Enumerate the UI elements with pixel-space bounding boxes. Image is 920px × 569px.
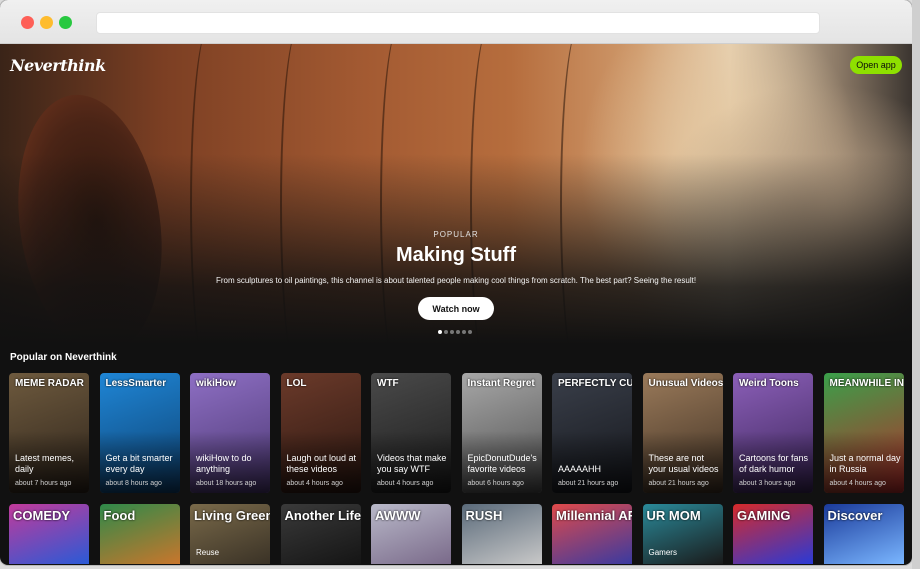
channel-card-name: Discover bbox=[827, 508, 883, 523]
channel-card-name: Another Life bbox=[284, 508, 361, 523]
channel-card-timestamp: about 4 hours ago bbox=[377, 480, 434, 487]
channel-card-timestamp: about 7 hours ago bbox=[15, 480, 72, 487]
channel-card-name: Instant Regret bbox=[467, 378, 535, 389]
channel-card-name: Food bbox=[103, 508, 136, 523]
channel-card-description: EpicDonutDude's favorite videos bbox=[467, 453, 537, 474]
pagination-dot-active[interactable] bbox=[438, 330, 442, 334]
channel-card[interactable]: wikiHow wikiHow to do anything about 18 ho… bbox=[190, 373, 270, 493]
channel-card-name: WTF bbox=[377, 378, 399, 389]
open-app-button[interactable]: Open app bbox=[850, 56, 902, 74]
section-title-popular: Popular on Neverthink bbox=[10, 352, 117, 363]
channel-card-description: Videos that make you say WTF bbox=[377, 453, 447, 474]
channel-card-description: Laugh out loud at these videos bbox=[286, 453, 357, 474]
browser-window: Neverthink Open app POPULAR Making Stuff… bbox=[0, 0, 912, 565]
channel-card-name: RUSH bbox=[465, 508, 503, 523]
channel-card-description: Get a bit smarter every day bbox=[105, 453, 173, 474]
channel-card-name: MEANWHILE IN RUSSIA bbox=[829, 378, 904, 389]
channel-card-name: MEME RADAR bbox=[15, 378, 84, 389]
channel-card-name: LessSmarter bbox=[105, 378, 167, 389]
channel-card-description: Just a normal day in Russia bbox=[829, 453, 901, 474]
channel-card-description: These are not your usual videos bbox=[648, 453, 719, 474]
channel-card-name: Unusual Videos bbox=[648, 378, 723, 389]
channel-card-timestamp: about 3 hours ago bbox=[739, 480, 796, 487]
channel-card-name: wikiHow bbox=[196, 378, 237, 389]
hero-pagination bbox=[438, 330, 478, 336]
hero-banner: Neverthink Open app POPULAR Making Stuff… bbox=[0, 44, 912, 344]
channel-card[interactable]: Unusual Videos These are not your usual v… bbox=[642, 373, 723, 493]
neverthink-logo[interactable]: Neverthink bbox=[10, 56, 106, 75]
channel-card-name: GAMING bbox=[737, 508, 791, 523]
channel-card-timestamp: about 6 hours ago bbox=[467, 480, 524, 487]
channel-card[interactable]: COMEDY bbox=[9, 504, 89, 564]
channel-card-name: AWWW bbox=[375, 508, 421, 523]
hero-description: From sculptures to oil paintings, this c… bbox=[215, 276, 697, 285]
pagination-dot[interactable] bbox=[456, 330, 460, 334]
channel-card[interactable]: Millennial AF bbox=[552, 504, 632, 564]
channel-card-timestamp: about 8 hours ago bbox=[105, 480, 162, 487]
channel-card[interactable]: MEME RADAR Latest memes, daily about 7 hou… bbox=[9, 373, 89, 493]
channel-card[interactable]: WTF Videos that make you say WTF about 4 h… bbox=[371, 373, 451, 493]
channel-card[interactable]: LessSmarter Get a bit smarter every day ab… bbox=[99, 373, 180, 493]
channel-card[interactable]: Weird Toons Cartoons for fans of dark hum… bbox=[733, 373, 813, 493]
channel-card[interactable]: Discover bbox=[823, 504, 904, 564]
channel-card-description: Cartoons for fans of dark humor bbox=[739, 453, 809, 474]
channel-card-description: AAAAAHH bbox=[558, 464, 602, 474]
channel-card-timestamp: about 21 hours ago bbox=[558, 480, 619, 487]
hero-title: Making Stuff bbox=[396, 244, 516, 266]
pagination-dot[interactable] bbox=[462, 330, 466, 334]
channel-card[interactable]: PERFECTLY CUT SCREAMS AAAAAHH about 21 hou… bbox=[552, 373, 632, 493]
channel-card-timestamp: about 18 hours ago bbox=[196, 480, 257, 487]
pagination-dot[interactable] bbox=[444, 330, 448, 334]
watch-now-button[interactable]: Watch now bbox=[418, 297, 494, 320]
channel-card-subtitle: Reuse bbox=[196, 548, 220, 557]
channel-card[interactable]: UR MOM Gamers bbox=[642, 504, 723, 564]
channel-card-description: wikiHow to do anything bbox=[196, 453, 252, 474]
channel-card-name: Weird Toons bbox=[739, 378, 799, 389]
channel-card[interactable]: Living Green Reuse bbox=[190, 504, 270, 564]
minimize-window-button[interactable] bbox=[40, 16, 53, 29]
channel-card[interactable]: AWWW bbox=[371, 504, 451, 564]
pagination-dot[interactable] bbox=[450, 330, 454, 334]
channel-card-description: Latest memes, daily bbox=[15, 453, 75, 474]
channel-card-timestamp: about 4 hours ago bbox=[829, 480, 886, 487]
maximize-window-button[interactable] bbox=[59, 16, 72, 29]
channel-card-subtitle: Gamers bbox=[648, 548, 677, 557]
channel-card-name: COMEDY bbox=[13, 508, 71, 523]
channel-card-name: PERFECTLY CUT SCREAMS bbox=[558, 378, 632, 389]
hero-kicker: POPULAR bbox=[433, 230, 479, 239]
channel-card[interactable]: Instant Regret EpicDonutDude's favorite v… bbox=[461, 373, 542, 493]
channel-card[interactable]: Another Life bbox=[280, 504, 361, 564]
channel-card-name: LOL bbox=[286, 378, 307, 389]
channel-card-timestamp: about 4 hours ago bbox=[286, 480, 343, 487]
channel-card-timestamp: about 21 hours ago bbox=[648, 480, 709, 487]
channel-card[interactable]: GAMING bbox=[733, 504, 813, 564]
channel-card[interactable]: RUSH bbox=[461, 504, 542, 564]
channel-card[interactable]: LOL Laugh out loud at these videos about 4… bbox=[280, 373, 361, 493]
channel-card-name: Millennial AF bbox=[556, 508, 632, 523]
close-window-button[interactable] bbox=[21, 16, 34, 29]
window-titlebar bbox=[0, 0, 912, 44]
channel-card-name: UR MOM bbox=[646, 508, 701, 523]
channel-card[interactable]: Food bbox=[99, 504, 180, 564]
pagination-dot[interactable] bbox=[468, 330, 472, 334]
desktop-edge bbox=[912, 0, 920, 569]
channel-card-name: Living Green bbox=[194, 508, 270, 523]
channel-card[interactable]: MEANWHILE IN RUSSIA Just a normal day in … bbox=[823, 373, 904, 493]
address-bar[interactable] bbox=[96, 12, 820, 34]
